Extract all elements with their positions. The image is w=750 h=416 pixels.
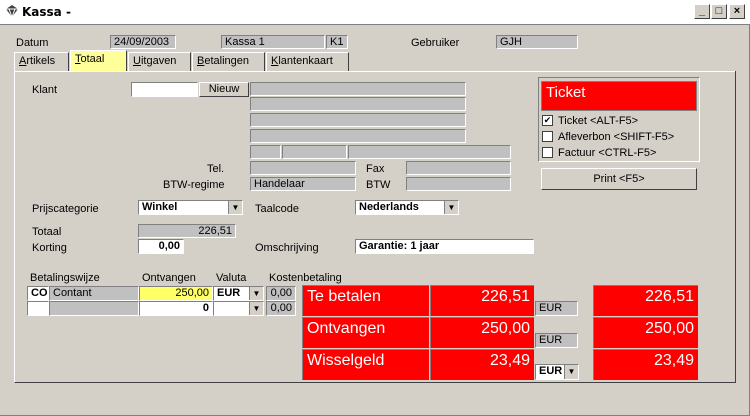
kassa-field: Kassa 1 [221,35,325,49]
payment-amount-input[interactable]: 0 [139,301,213,316]
ontvangen-alt-value: 250,00 [593,317,698,348]
payment-currency-select[interactable]: ▼ [213,301,264,316]
klant-name-field [250,82,466,96]
payment-currency-select[interactable]: EUR ▼ [213,286,264,301]
ontvangen-currency: EUR [535,333,578,348]
te-betalen-currency: EUR [535,301,578,316]
checkmark-icon: ✔ [543,115,552,125]
btw-regime-field: Handelaar [250,177,356,191]
ticket-option-label: Ticket <ALT-F5> [558,115,639,127]
payment-code-cell[interactable]: CO [27,286,49,301]
korting-label: Korting [32,242,67,254]
gebruiker-label: Gebruiker [411,37,460,49]
tab-uitgaven[interactable]: Uitgaven [128,52,191,71]
prijscategorie-value: Winkel [142,201,178,213]
tab-klantenkaart[interactable]: Klantenkaart [266,52,349,71]
kostenbetaling-header: Kostenbetaling [269,272,342,284]
window-title: Kassa - [22,5,71,19]
chevron-down-icon[interactable]: ▼ [228,201,242,214]
datum-label: Datum [16,37,49,49]
prijscategorie-select[interactable]: Winkel ▼ [138,200,243,215]
title-bar[interactable]: Kassa - _ □ × [0,0,750,25]
wisselgeld-value: 23,49 [430,349,534,380]
chevron-down-icon[interactable]: ▼ [444,201,458,214]
afleverbon-option-label: Afleverbon <SHIFT-F5> [558,131,675,143]
klant-postcode-field [250,145,281,159]
minimize-button[interactable]: _ [694,4,710,19]
te-betalen-alt-value: 226,51 [593,285,698,316]
chevron-down-icon[interactable]: ▼ [249,302,263,315]
tab-label: Artikels [19,55,56,67]
taalcode-select[interactable]: Nederlands ▼ [355,200,459,215]
tab-label: Uitgaven [133,55,177,67]
payment-cost-cell: 0,00 [266,286,296,301]
payment-currency-value: EUR [217,287,241,299]
payment-code-cell[interactable] [27,301,49,316]
fax-field [406,161,511,175]
klant-city-field [282,145,347,159]
btw-regime-label: BTW-regime [163,179,225,191]
ticket-checkbox[interactable]: ✔ [542,115,553,126]
omschrijving-label: Omschrijving [255,242,319,254]
maximize-icon: □ [715,5,723,17]
totaal-label: Totaal [32,226,62,238]
payment-cost-cell: 0,00 [266,301,296,316]
tel-field [250,161,356,175]
tab-betalingen[interactable]: Betalingen [192,52,265,71]
te-betalen-label: Te betalen [302,285,429,316]
korting-input[interactable]: 0,00 [138,239,184,254]
prijscategorie-label: Prijscategorie [32,203,99,215]
omschrijving-input[interactable]: Garantie: 1 jaar [355,239,534,254]
wisselgeld-alt-value: 23,49 [593,349,698,380]
taalcode-value: Nederlands [359,201,419,213]
close-icon: × [733,5,741,17]
fax-label: Fax [366,163,385,175]
klant-address1-field [250,97,466,111]
totaal-field: 226,51 [138,224,236,238]
factuur-checkbox[interactable] [542,147,553,158]
chevron-down-icon[interactable]: ▼ [564,365,578,379]
kassa-code-field: K1 [326,35,348,49]
tab-label: Betalingen [197,55,249,67]
tab-artikels[interactable]: Artikels [14,52,69,71]
print-button[interactable]: Print <F5> [541,168,697,190]
klant-label: Klant [32,84,58,96]
tab-label: Totaal [75,53,105,65]
btw-field [406,177,511,191]
gebruiker-field: GJH [496,35,578,49]
payment-name-cell [49,301,139,316]
klant-country-field [348,145,511,159]
payment-amount-input[interactable]: 250,00 [139,286,213,301]
minimize-icon: _ [698,5,706,17]
close-button[interactable]: × [729,4,745,19]
ontvangen-value: 250,00 [430,317,534,348]
wisselgeld-currency-select[interactable]: EUR ▼ [535,364,579,380]
tel-label: Tel. [207,163,225,175]
nieuw-button[interactable]: Nieuw [199,82,249,97]
taalcode-label: Taalcode [255,203,300,215]
maximize-button[interactable]: □ [711,4,727,19]
datum-field: 24/09/2003 [110,35,176,49]
afleverbon-checkbox[interactable] [542,131,553,142]
ticket-title: Ticket [541,81,697,111]
klant-address2-field [250,113,466,127]
klant-address3-field [250,129,466,143]
diamond-app-icon [6,5,18,18]
klant-input[interactable] [131,82,198,97]
wisselgeld-label: Wisselgeld [302,349,429,380]
payment-name-cell: Contant [49,286,139,301]
valuta-header: Valuta [216,272,247,284]
ontvangen-header: Ontvangen [142,272,196,284]
btw-label: BTW [366,179,391,191]
betalingswijze-header: Betalingswijze [30,272,100,284]
te-betalen-value: 226,51 [430,285,534,316]
chevron-down-icon[interactable]: ▼ [249,287,263,300]
tab-totaal[interactable]: Totaal [70,50,127,71]
wisselgeld-currency-value: EUR [539,365,563,377]
tab-label: Klantenkaart [271,55,333,67]
factuur-option-label: Factuur <CTRL-F5> [558,147,657,159]
ontvangen-label: Ontvangen [302,317,429,348]
